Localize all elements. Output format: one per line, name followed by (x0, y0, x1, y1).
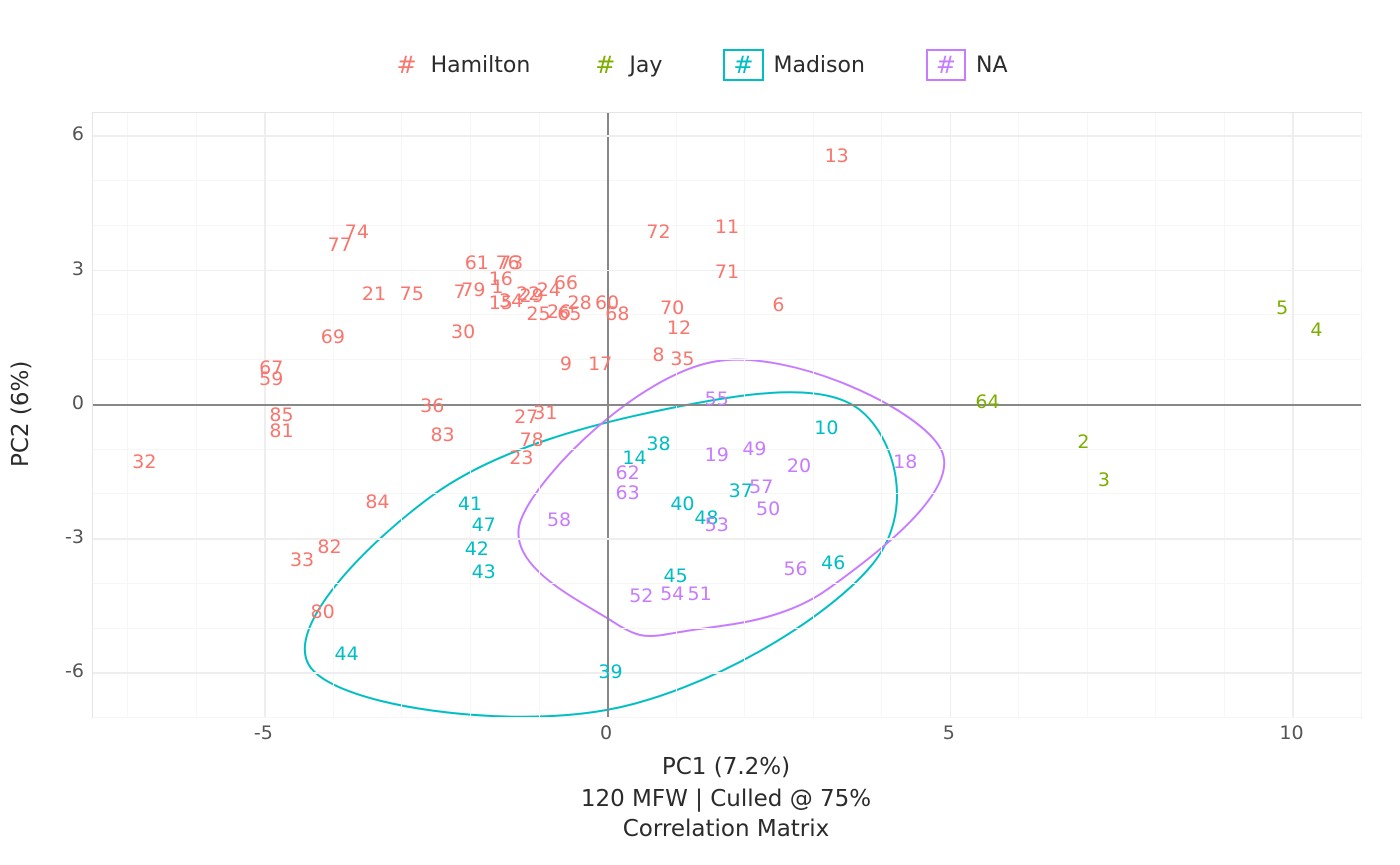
legend-label: Hamilton (431, 53, 531, 78)
point-20: 20 (787, 455, 811, 477)
point-64: 64 (975, 391, 999, 413)
y-tick: -6 (56, 660, 84, 682)
y-tick: 0 (56, 392, 84, 414)
legend-key-icon: # (723, 49, 763, 81)
point-19: 19 (705, 444, 729, 466)
point-42: 42 (465, 538, 489, 560)
point-17: 17 (588, 353, 612, 375)
point-52: 52 (629, 585, 653, 607)
point-84: 84 (365, 491, 389, 513)
point-63: 63 (616, 482, 640, 504)
point-56: 56 (783, 558, 807, 580)
point-58: 58 (547, 509, 571, 531)
y-tick: -3 (56, 526, 84, 548)
point-71: 71 (715, 261, 739, 283)
point-80: 80 (311, 601, 335, 623)
point-55: 55 (705, 388, 729, 410)
point-66: 66 (554, 272, 578, 294)
point-38: 38 (646, 433, 670, 455)
subtitle-line-2: Correlation Matrix (92, 816, 1360, 842)
point-32: 32 (132, 451, 156, 473)
x-axis-label: PC1 (7.2%) (92, 754, 1360, 780)
point-11: 11 (715, 216, 739, 238)
x-tick: 0 (600, 722, 612, 744)
point-67: 67 (259, 357, 283, 379)
point-12: 12 (667, 317, 691, 339)
y-axis-label: PC2 (6%) (8, 112, 34, 716)
legend-label: Madison (774, 53, 865, 78)
point-31: 31 (533, 402, 557, 424)
point-44: 44 (335, 643, 359, 665)
point-68: 68 (605, 303, 629, 325)
point-82: 82 (317, 536, 341, 558)
point-53: 53 (705, 514, 729, 536)
legend-item-hamilton: # Hamilton (384, 45, 538, 85)
legend-label: Jay (629, 53, 662, 78)
legend-label: NA (976, 53, 1008, 78)
x-tick: -5 (254, 722, 273, 744)
point-5: 5 (1276, 297, 1288, 319)
legend-key-icon: # (926, 49, 966, 81)
point-72: 72 (646, 221, 670, 243)
point-70: 70 (660, 297, 684, 319)
legend-key-icon: # (392, 51, 420, 79)
point-75: 75 (400, 283, 424, 305)
point-10: 10 (814, 417, 838, 439)
point-49: 49 (742, 438, 766, 460)
point-85: 85 (269, 404, 293, 426)
point-78: 78 (520, 429, 544, 451)
point-34: 34 (499, 290, 523, 312)
point-65: 65 (557, 303, 581, 325)
point-8: 8 (652, 344, 664, 366)
x-tick: 10 (1279, 722, 1303, 744)
legend-key-icon: # (591, 51, 619, 79)
point-13: 13 (825, 145, 849, 167)
point-69: 69 (321, 326, 345, 348)
legend-item-na: # NA (918, 45, 1016, 85)
point-33: 33 (290, 549, 314, 571)
point-43: 43 (472, 561, 496, 583)
point-83: 83 (430, 424, 454, 446)
point-9: 9 (560, 353, 572, 375)
y-tick: 6 (56, 123, 84, 145)
legend-item-jay: # Jay (583, 45, 670, 85)
point-39: 39 (598, 661, 622, 683)
point-61: 61 (465, 252, 489, 274)
point-2: 2 (1077, 431, 1089, 453)
x-tick: 5 (943, 722, 955, 744)
point-36: 36 (420, 395, 444, 417)
point-4: 4 (1310, 319, 1322, 341)
point-77: 77 (328, 234, 352, 256)
legend: # Hamilton # Jay # Madison # NA (0, 45, 1400, 85)
point-41: 41 (458, 493, 482, 515)
point-47: 47 (472, 514, 496, 536)
point-51: 51 (687, 583, 711, 605)
plot-panel: 1678911121315161721222324252627282930313… (92, 112, 1362, 718)
legend-item-madison: # Madison (715, 45, 873, 85)
point-29: 29 (520, 285, 544, 307)
point-35: 35 (670, 348, 694, 370)
point-62: 62 (616, 462, 640, 484)
point-79: 79 (461, 279, 485, 301)
subtitle-line-1: 120 MFW | Culled @ 75% (92, 786, 1360, 812)
point-18: 18 (893, 451, 917, 473)
point-6: 6 (772, 294, 784, 316)
point-21: 21 (362, 283, 386, 305)
point-30: 30 (451, 321, 475, 343)
pca-scatter-chart: #Hamilton#Jay#Madison#NA PC2 (6%) 167891… (0, 0, 1400, 865)
point-54: 54 (660, 583, 684, 605)
point-50: 50 (756, 498, 780, 520)
point-57: 57 (749, 476, 773, 498)
point-46: 46 (821, 552, 845, 574)
point-40: 40 (670, 493, 694, 515)
point-3: 3 (1098, 469, 1110, 491)
y-tick: 3 (56, 258, 84, 280)
point-76: 76 (496, 252, 520, 274)
